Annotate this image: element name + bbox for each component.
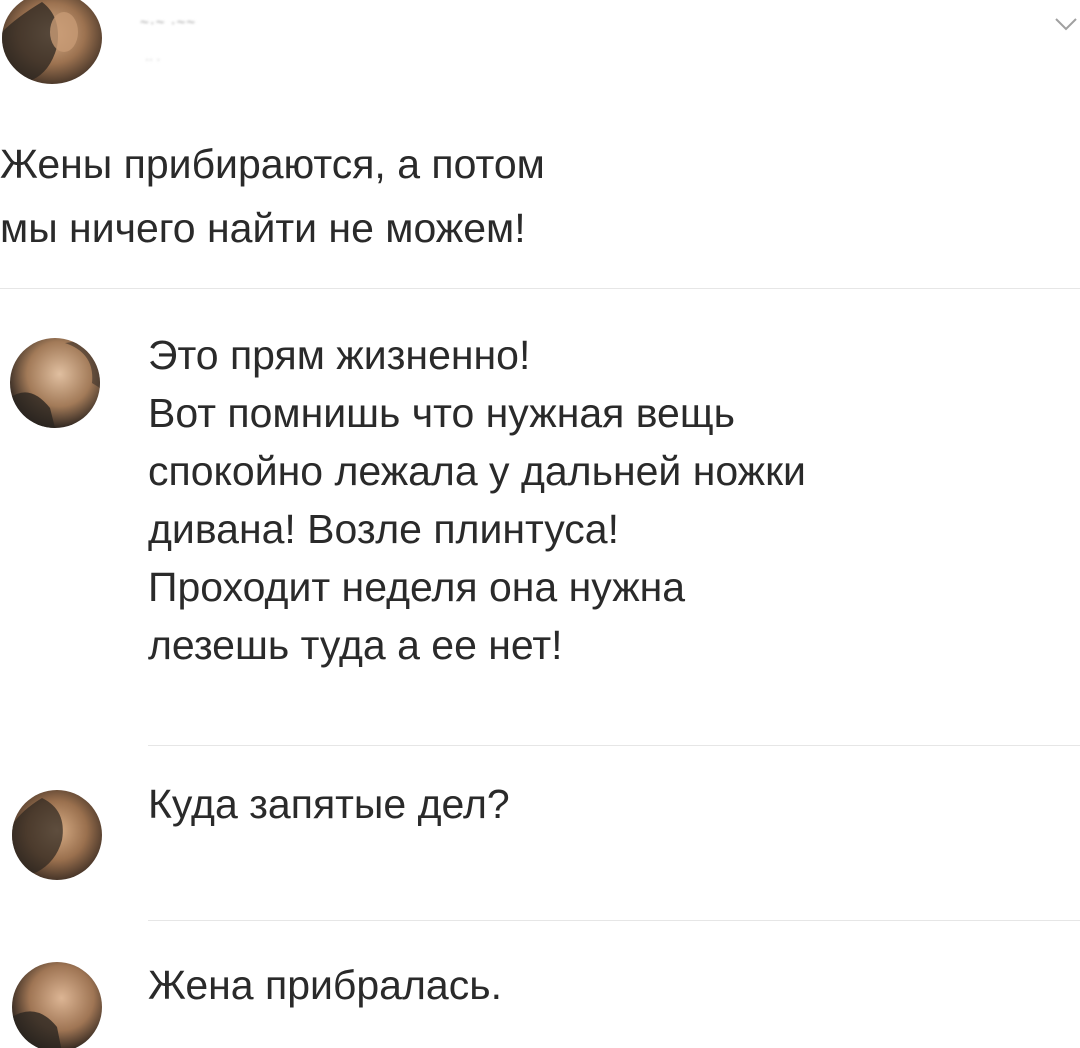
post-author-name[interactable]: ~·~ ·~~ — [140, 14, 196, 31]
divider — [148, 745, 1080, 746]
comment-avatar[interactable] — [10, 338, 100, 428]
chevron-down-icon[interactable] — [1052, 10, 1080, 38]
post-meta: ·· · — [145, 52, 161, 66]
post-author-avatar[interactable] — [2, 0, 102, 84]
divider — [0, 288, 1080, 289]
comment-text: Это прям жизненно! Вот помнишь что нужна… — [148, 332, 806, 668]
comment-avatar[interactable] — [12, 962, 102, 1048]
comment-text: Жена прибралась. — [148, 962, 502, 1008]
comment-avatar[interactable] — [12, 790, 102, 880]
divider — [148, 920, 1080, 921]
post-text: Жены прибираются, а потом мы ничего найт… — [0, 141, 545, 251]
post-screen: ~·~ ·~~ ·· · Жены прибираются, а потом м… — [0, 0, 1080, 1048]
comment-text: Куда запятые дел? — [148, 781, 510, 827]
